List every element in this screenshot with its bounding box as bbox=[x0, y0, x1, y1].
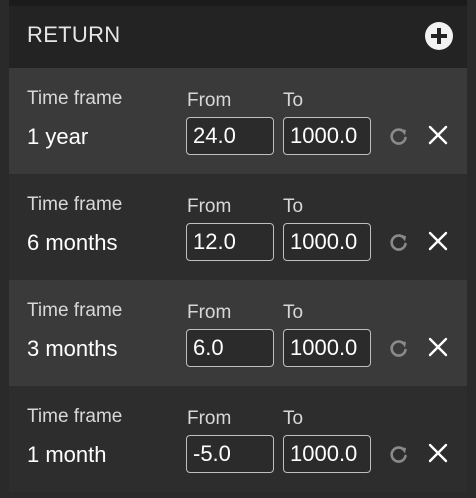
time-frame-value: 1 year bbox=[27, 124, 89, 149]
filter-row: Time frame 3 months From To 6.0 1000.0 bbox=[9, 280, 467, 386]
add-row-icon[interactable] bbox=[425, 22, 453, 50]
to-input[interactable]: 1000.0 bbox=[283, 435, 371, 473]
to-label: To bbox=[283, 408, 304, 429]
close-icon[interactable] bbox=[426, 123, 450, 147]
from-label: From bbox=[187, 408, 232, 429]
from-label: From bbox=[187, 302, 232, 323]
panel-header: RETURN bbox=[9, 0, 467, 68]
from-input[interactable]: -5.0 bbox=[186, 435, 274, 473]
time-frame-value: 6 months bbox=[27, 230, 118, 255]
time-frame-label: Time frame bbox=[27, 300, 123, 321]
to-label: To bbox=[283, 302, 304, 323]
refresh-icon[interactable] bbox=[388, 125, 410, 147]
to-input[interactable]: 1000.0 bbox=[283, 223, 371, 261]
filter-row: Time frame 1 year From To 24.0 1000.0 bbox=[9, 68, 467, 174]
refresh-icon[interactable] bbox=[388, 337, 410, 359]
to-input[interactable]: 1000.0 bbox=[283, 117, 371, 155]
from-input[interactable]: 12.0 bbox=[186, 223, 274, 261]
from-label: From bbox=[187, 90, 232, 111]
from-input[interactable]: 6.0 bbox=[186, 329, 274, 367]
from-input[interactable]: 24.0 bbox=[186, 117, 274, 155]
to-label: To bbox=[283, 196, 304, 217]
return-filter-panel: RETURN Time frame 1 year From To 24.0 10… bbox=[0, 0, 476, 498]
panel-title: RETURN bbox=[27, 22, 121, 47]
time-frame-value: 1 month bbox=[27, 442, 107, 467]
time-frame-label: Time frame bbox=[27, 406, 123, 427]
to-label: To bbox=[283, 90, 304, 111]
refresh-icon[interactable] bbox=[388, 443, 410, 465]
close-icon[interactable] bbox=[426, 229, 450, 253]
from-label: From bbox=[187, 196, 232, 217]
filter-row: Time frame 1 month From To -5.0 1000.0 bbox=[9, 386, 467, 492]
to-input[interactable]: 1000.0 bbox=[283, 329, 371, 367]
time-frame-label: Time frame bbox=[27, 88, 123, 109]
close-icon[interactable] bbox=[426, 441, 450, 465]
refresh-icon[interactable] bbox=[388, 231, 410, 253]
time-frame-label: Time frame bbox=[27, 194, 123, 215]
filter-row: Time frame 6 months From To 12.0 1000.0 bbox=[9, 174, 467, 280]
time-frame-value: 3 months bbox=[27, 336, 118, 361]
close-icon[interactable] bbox=[426, 335, 450, 359]
